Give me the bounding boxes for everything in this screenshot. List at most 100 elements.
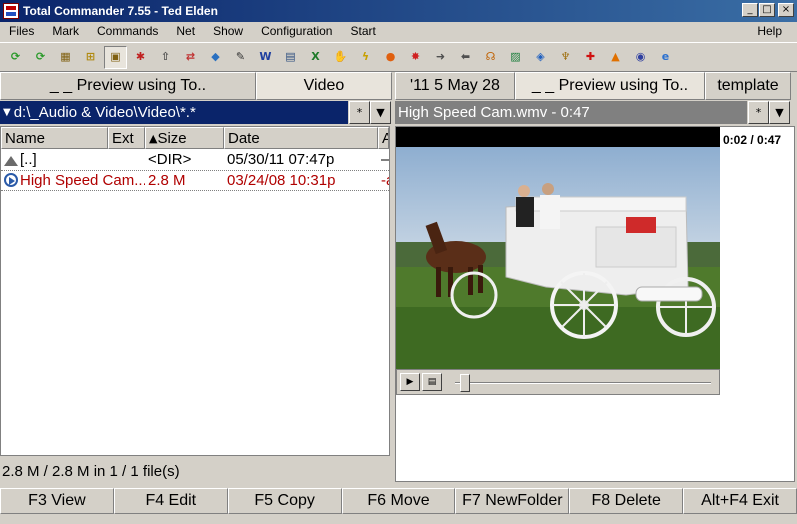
arrow-left-icon: ⬅	[460, 50, 471, 63]
menu-files[interactable]: Files	[0, 24, 43, 38]
right-dropdown-button[interactable]: ▼	[769, 101, 790, 124]
menu-configuration[interactable]: Configuration	[252, 24, 341, 38]
vlc-icon: ▲	[611, 50, 620, 63]
f8-delete-button[interactable]: F8 Delete	[569, 488, 684, 514]
media-controls: ▶ ▤	[396, 369, 720, 395]
first-aid-button[interactable]: ✚	[579, 46, 602, 69]
excel-icon: X	[311, 50, 320, 63]
menu-start[interactable]: Start	[341, 24, 384, 38]
document-button[interactable]: ▤	[279, 46, 302, 69]
total-commander-icon[interactable]	[3, 3, 19, 19]
column-attr[interactable]: A	[378, 127, 389, 149]
thumbnail-button[interactable]: ▦	[54, 46, 77, 69]
internet-explorer-button[interactable]: e	[654, 46, 677, 69]
table-row[interactable]: [..] <DIR> 05/30/11 07:47p —	[1, 149, 389, 170]
video-file-icon	[4, 173, 18, 187]
refresh-other-icon: ⟳	[35, 50, 46, 63]
left-filter-button[interactable]: *	[349, 101, 370, 124]
f6-move-button[interactable]: F6 Move	[341, 488, 456, 514]
column-ext[interactable]: Ext	[108, 127, 145, 149]
pdf-icon: ◈	[536, 50, 545, 63]
playback-time: 0:02 / 0:47	[723, 133, 782, 147]
f7-newfolder-button[interactable]: F7 NewFolder	[455, 488, 570, 514]
right-tab-preview[interactable]: _ _ Preview using To..	[515, 72, 705, 100]
play-button[interactable]: ▶	[400, 373, 420, 391]
left-tab-preview[interactable]: _ _ Preview using To..	[0, 72, 256, 100]
tools-button[interactable]: ♆	[554, 46, 577, 69]
column-size[interactable]: ▲ Size	[145, 127, 224, 149]
up-directory-button[interactable]: ⇧	[154, 46, 177, 69]
lightning-icon: ϟ	[361, 50, 370, 63]
quick-view-icon: ▣	[110, 50, 121, 63]
arrow-left-button[interactable]: ⬅	[454, 46, 477, 69]
f3-view-button[interactable]: F3 View	[0, 488, 114, 514]
table-row[interactable]: High Speed Cam... 2.8 M 03/24/08 10:31p …	[1, 170, 389, 191]
edit-button[interactable]: ✎	[229, 46, 252, 69]
document-icon: ▤	[285, 50, 296, 63]
settings-button[interactable]: ◉	[629, 46, 652, 69]
maximize-button[interactable]: □	[759, 3, 775, 17]
right-path-bar[interactable]: High Speed Cam.wmv - 0:47	[395, 101, 747, 124]
first-aid-icon: ✚	[585, 50, 596, 63]
menu-commands[interactable]: Commands	[88, 24, 167, 38]
excel-button[interactable]: X	[304, 46, 327, 69]
right-panel: '11 5 May 28 _ _ Preview using To.. temp…	[395, 72, 797, 484]
ftp-button[interactable]: ⇄	[179, 46, 202, 69]
right-tab-template[interactable]: template	[705, 72, 791, 100]
image-button[interactable]: ▨	[504, 46, 527, 69]
column-header: Name Ext ▲Size Date A	[1, 127, 389, 149]
column-name[interactable]: Name	[1, 127, 108, 149]
left-panel: _ _ Preview using To.. Video ▼ d:\_Audio…	[0, 72, 392, 484]
alt-f4-exit-button[interactable]: Alt+F4 Exit	[683, 488, 797, 514]
settings-icon: ◉	[635, 50, 646, 63]
file-list: Name Ext ▲Size Date A [..] <DIR> 05/30/1…	[0, 126, 390, 456]
lightning-button[interactable]: ϟ	[354, 46, 377, 69]
right-tab-date[interactable]: '11 5 May 28	[395, 72, 515, 100]
bug-button[interactable]: ✸	[404, 46, 427, 69]
menu-bar: Files Mark Commands Net Show Configurati…	[0, 22, 797, 40]
tools-icon: ♆	[560, 50, 571, 63]
menu-mark[interactable]: Mark	[43, 24, 88, 38]
close-button[interactable]: ×	[778, 3, 794, 17]
right-filter-button[interactable]: *	[748, 101, 769, 124]
sort-arrow-icon: ▲	[149, 131, 158, 145]
up-directory-icon: ⇧	[160, 50, 171, 63]
select-button[interactable]: ✱	[129, 46, 152, 69]
vlc-button[interactable]: ▲	[604, 46, 627, 69]
headphones-button[interactable]: ☊	[479, 46, 502, 69]
app-button[interactable]: ●	[379, 46, 402, 69]
menu-help[interactable]: Help	[748, 24, 791, 38]
menu-show[interactable]: Show	[204, 24, 252, 38]
left-dropdown-button[interactable]: ▼	[370, 101, 391, 124]
minimize-button[interactable]: _	[742, 3, 758, 17]
arrow-right-button[interactable]: ➜	[429, 46, 452, 69]
left-tab-video[interactable]: Video	[256, 72, 392, 100]
refresh-other-button[interactable]: ⟳	[29, 46, 52, 69]
hand-button[interactable]: ✋	[329, 46, 352, 69]
select-icon: ✱	[135, 50, 146, 63]
refresh-button[interactable]: ⟳	[4, 46, 27, 69]
media-viewer: 0:02 / 0:47 ▶ ▤	[395, 126, 795, 482]
image-icon: ▨	[510, 50, 521, 63]
video-frame[interactable]	[396, 127, 720, 393]
pack-button[interactable]: ◆	[204, 46, 227, 69]
word-button[interactable]: W	[254, 46, 277, 69]
f5-copy-button[interactable]: F5 Copy	[227, 488, 342, 514]
seek-track[interactable]	[455, 382, 711, 384]
left-path-bar[interactable]: ▼ d:\_Audio & Video\Video\*.*	[0, 101, 348, 124]
status-bar: 2.8 M / 2.8 M in 1 / 1 file(s)	[2, 462, 180, 480]
f4-edit-button[interactable]: F4 Edit	[113, 488, 228, 514]
menu-net[interactable]: Net	[167, 24, 204, 38]
parent-dir-icon	[4, 156, 18, 166]
right-tab-bar: '11 5 May 28 _ _ Preview using To.. temp…	[395, 72, 797, 100]
window-title: Total Commander 7.55 - Ted Elden	[23, 4, 218, 18]
arrow-right-icon: ➜	[435, 50, 446, 63]
column-date[interactable]: Date	[224, 127, 378, 149]
tree-button[interactable]: ⊞	[79, 46, 102, 69]
path-history-icon[interactable]: ▼	[3, 107, 11, 118]
app-icon: ●	[385, 50, 396, 63]
pdf-button[interactable]: ◈	[529, 46, 552, 69]
quick-view-button[interactable]: ▣	[104, 45, 127, 69]
seek-slider[interactable]	[460, 374, 471, 392]
media-menu-button[interactable]: ▤	[422, 373, 442, 391]
